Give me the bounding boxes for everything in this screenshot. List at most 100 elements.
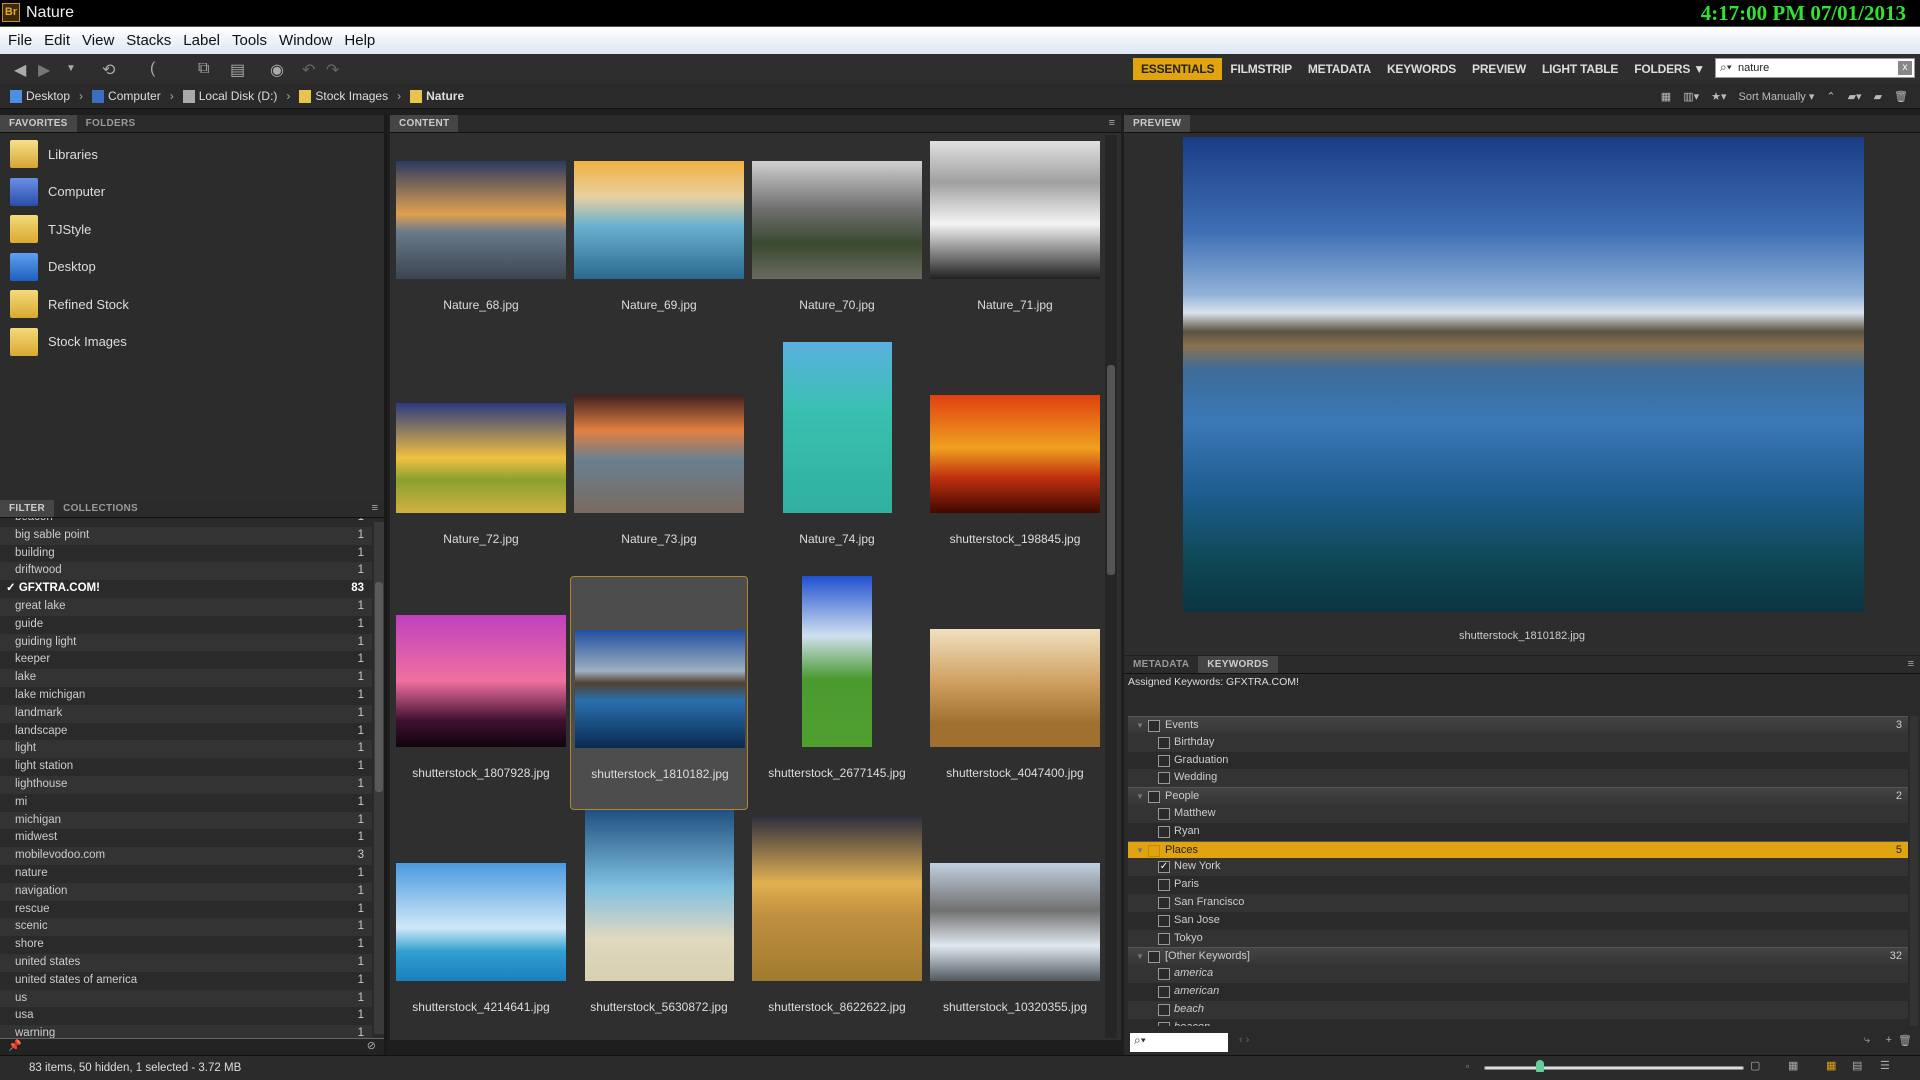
filter-item[interactable]: landscape 1 — [0, 723, 372, 741]
scroll-thumb[interactable] — [375, 582, 383, 792]
filter-item[interactable]: driftwood 1 — [0, 562, 372, 581]
thumbnail-item[interactable]: shutterstock_10320355.jpg — [926, 810, 1104, 1038]
filter-item[interactable]: guiding light 1 — [0, 633, 372, 652]
thumbnail-image[interactable] — [396, 161, 566, 279]
pin-icon[interactable]: 📌 — [8, 1039, 22, 1052]
refine-icon[interactable]: ▤ — [230, 60, 245, 80]
keyword-item[interactable]: San Francisco — [1128, 894, 1908, 912]
clear-filter-icon[interactable]: ⊘ — [367, 1039, 376, 1052]
thumbnail-item[interactable]: shutterstock_1810182.jpg — [570, 576, 748, 810]
thumbnail-image[interactable] — [930, 629, 1100, 747]
thumbnail-image[interactable] — [930, 141, 1100, 279]
filter-item[interactable]: nature 1 — [0, 865, 372, 883]
keyword-checkbox[interactable] — [1158, 897, 1170, 909]
thumbnail-image[interactable] — [584, 810, 734, 981]
delete-keyword-icon[interactable]: 🗑 — [1898, 1034, 1912, 1047]
keyword-group[interactable]: ▼ Places 5 — [1128, 840, 1908, 860]
back-icon[interactable]: ◀ — [14, 60, 26, 80]
new-subkeyword-icon[interactable]: ⤷ — [1864, 1034, 1870, 1047]
thumbnail-image[interactable] — [930, 395, 1100, 513]
open-recent-folder-icon[interactable]: ▰▾ — [1848, 90, 1862, 103]
filter-item[interactable]: great lake 1 — [0, 598, 372, 616]
tab-favorites[interactable]: FAVORITES — [0, 115, 77, 132]
keyword-checkbox[interactable] — [1158, 808, 1170, 820]
keyword-checkbox[interactable] — [1158, 754, 1170, 767]
disclosure-triangle-icon[interactable]: ▼ — [1136, 948, 1144, 966]
keyword-checkbox[interactable] — [1158, 879, 1170, 892]
filter-item[interactable]: beacon 1 — [0, 518, 372, 527]
favorite-refined-stock[interactable]: Refined Stock — [10, 290, 129, 318]
filter-item[interactable]: usa 1 — [0, 1007, 372, 1025]
keyword-scrollbar[interactable] — [1910, 716, 1918, 1026]
menu-tools[interactable]: Tools — [232, 32, 267, 49]
filter-item[interactable]: warning 1 — [0, 1025, 372, 1038]
keyword-group[interactable]: ▼ People 2 — [1128, 787, 1908, 805]
thumbnail-item[interactable]: Nature_69.jpg — [570, 133, 748, 342]
menu-file[interactable]: File — [8, 32, 32, 49]
keyword-item[interactable]: Matthew — [1128, 805, 1908, 823]
disclosure-triangle-icon[interactable]: ▼ — [1136, 788, 1144, 806]
thumbnail-image[interactable] — [574, 161, 744, 279]
panel-menu-icon[interactable]: ≡ — [1109, 117, 1115, 129]
keyword-item[interactable]: Graduation — [1128, 752, 1908, 770]
thumbnail-image[interactable] — [782, 342, 892, 513]
breadcrumb-item[interactable]: Desktop — [10, 89, 70, 103]
keyword-checkbox[interactable] — [1148, 720, 1160, 732]
larger-thumbnail-icon[interactable]: ▢ — [1750, 1059, 1760, 1072]
filter-item[interactable]: light 1 — [0, 740, 372, 759]
workspace-metadata[interactable]: METADATA — [1300, 58, 1379, 80]
sort-ascending-icon[interactable]: ⌃ — [1826, 90, 1835, 103]
breadcrumb-item[interactable]: Nature — [410, 89, 464, 103]
keyword-item[interactable]: ✓ New York — [1128, 858, 1908, 877]
thumbnail-item[interactable]: shutterstock_1807928.jpg — [392, 576, 570, 810]
thumbnail-item[interactable]: shutterstock_8622622.jpg — [748, 810, 926, 1038]
menu-edit[interactable]: Edit — [44, 32, 70, 49]
keyword-checkbox[interactable] — [1158, 772, 1170, 785]
keyword-checkbox[interactable] — [1158, 986, 1170, 998]
disclosure-triangle-icon[interactable]: ▼ — [1136, 842, 1144, 860]
breadcrumb-item[interactable]: Computer — [92, 89, 161, 103]
filter-item[interactable]: united states of america 1 — [0, 972, 372, 990]
tab-collections[interactable]: COLLECTIONS — [54, 500, 147, 517]
thumbnail-image[interactable] — [802, 576, 872, 747]
thumbnail-image[interactable] — [575, 630, 745, 748]
boomerang-icon[interactable]: ⟲ — [102, 60, 115, 80]
recent-dropdown-icon[interactable]: ▼ — [66, 63, 76, 74]
thumbnail-image[interactable] — [396, 615, 566, 747]
thumbnail-item[interactable]: Nature_74.jpg — [748, 342, 926, 576]
search-input[interactable]: ⌕▾ nature x — [1715, 58, 1915, 78]
keyword-item[interactable]: Ryan — [1128, 823, 1908, 841]
thumbnail-item[interactable]: Nature_68.jpg — [392, 133, 570, 342]
lock-grid-icon[interactable]: ▦ — [1788, 1059, 1798, 1072]
favorite-desktop[interactable]: Desktop — [10, 252, 96, 281]
favorite-stock-images[interactable]: Stock Images — [10, 327, 127, 356]
keyword-item[interactable]: american — [1128, 983, 1908, 1001]
filter-item[interactable]: navigation 1 — [0, 882, 372, 901]
smaller-thumbnail-icon[interactable]: ▫ — [1466, 1061, 1469, 1071]
thumbnail-view-icon[interactable]: ▦ — [1826, 1059, 1836, 1072]
filter-item[interactable]: mobilevodoo.com 3 — [0, 847, 372, 865]
details-view-icon[interactable]: ▤ — [1852, 1059, 1862, 1072]
keyword-item[interactable]: Wedding — [1128, 769, 1908, 788]
thumbnail-item[interactable]: Nature_70.jpg — [748, 133, 926, 342]
keyword-checkbox[interactable] — [1148, 951, 1160, 964]
workspace-keywords[interactable]: KEYWORDS — [1379, 58, 1464, 80]
filter-item[interactable]: united states 1 — [0, 954, 372, 972]
view-options-icon[interactable]: ▥▾ — [1683, 90, 1699, 103]
rotate-right-icon[interactable]: ↷ — [326, 60, 339, 80]
menu-label[interactable]: Label — [183, 32, 220, 49]
keyword-checkbox[interactable]: ✓ — [1158, 861, 1170, 874]
tab-filter[interactable]: FILTER — [0, 500, 55, 517]
favorite-libraries[interactable]: Libraries — [10, 140, 98, 168]
filter-item[interactable]: ✓ GFXTRA.COM! 83 — [0, 580, 372, 598]
keyword-checkbox[interactable] — [1148, 791, 1160, 804]
tab-preview[interactable]: PREVIEW — [1124, 115, 1191, 132]
keyword-item[interactable]: Paris — [1128, 876, 1908, 894]
filter-scrollbar[interactable] — [374, 522, 384, 1034]
thumbnail-quality-icon[interactable]: ▦ — [1661, 90, 1671, 103]
thumbnail-item[interactable]: shutterstock_4047400.jpg — [926, 576, 1104, 810]
keyword-checkbox[interactable] — [1148, 844, 1160, 857]
panel-menu-icon[interactable]: ≡ — [1908, 658, 1914, 670]
keyword-group[interactable]: ▼ [Other Keywords] 32 — [1128, 947, 1908, 966]
preview-image[interactable] — [1183, 137, 1864, 612]
